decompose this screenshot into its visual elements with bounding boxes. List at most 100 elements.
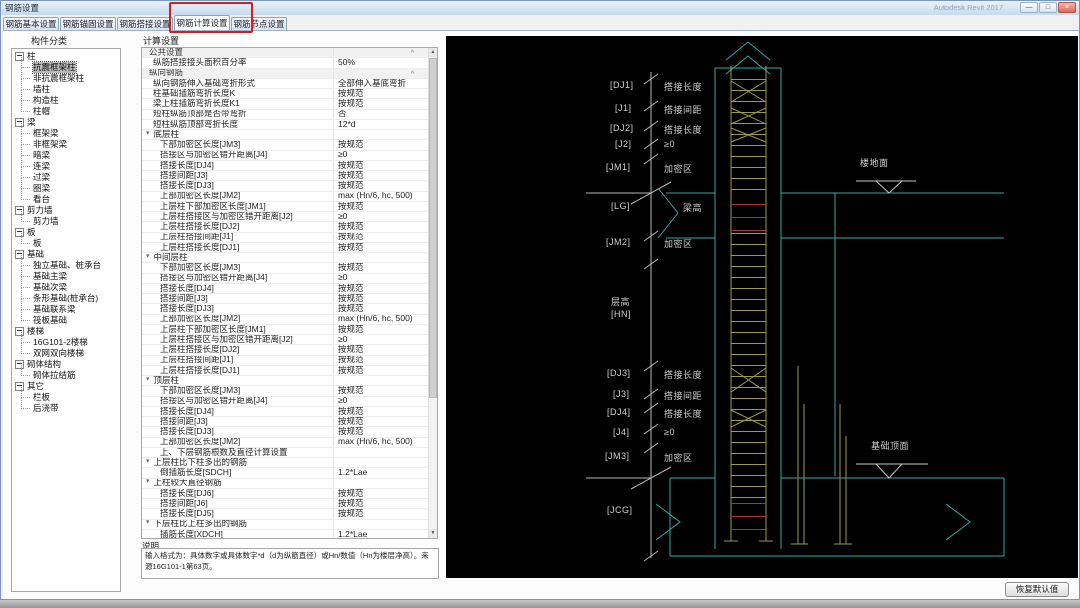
settings-row[interactable]: ▼ 上层柱下部加密区长度[JM1] 按规范 ^: [142, 202, 428, 212]
tree-item[interactable]: 剪力墙: [12, 216, 120, 227]
settings-row[interactable]: ▼ 上层柱比下柱多出的钢筋 ^: [142, 458, 428, 468]
setting-value-cell[interactable]: ≥0: [334, 397, 428, 406]
setting-value-cell[interactable]: [334, 376, 428, 385]
vertical-scrollbar[interactable]: ▲ ▼: [428, 48, 437, 538]
setting-value-cell[interactable]: 按规范: [334, 161, 428, 170]
scroll-up-icon[interactable]: ▲: [429, 48, 437, 57]
setting-value-cell[interactable]: max (Hn/6, hc, 500): [334, 315, 428, 324]
settings-row[interactable]: ▼ 搭接区与加密区错开距离[J4] ≥0 ^: [142, 151, 428, 161]
close-button[interactable]: ×: [1058, 2, 1076, 13]
setting-value-cell[interactable]: [334, 479, 428, 488]
settings-row[interactable]: ▼ 上部加密区长度[JM2] max (Hn/6, hc, 500) ^: [142, 315, 428, 325]
settings-row[interactable]: ▼ 上层柱搭接间距[J1] 按规范 ^: [142, 233, 428, 243]
settings-row[interactable]: ▼ 上层柱搭接间距[J1] 按规范 ^: [142, 356, 428, 366]
settings-row[interactable]: ▼ 上、下层钢筋根数及直径计算设置 ^: [142, 448, 428, 458]
setting-value-cell[interactable]: ≥0: [334, 212, 428, 221]
setting-value-cell[interactable]: 50%: [334, 58, 428, 67]
setting-value-cell[interactable]: 按规范: [334, 284, 428, 293]
section-arrow-icon[interactable]: ▼: [145, 458, 150, 467]
tab[interactable]: 钢筋搭接设置: [117, 17, 173, 30]
settings-row[interactable]: ▼ 下层柱比上柱多出的钢筋 ^: [142, 520, 428, 530]
setting-value-cell[interactable]: 按规范: [334, 140, 428, 149]
setting-value-cell[interactable]: 按规范: [334, 325, 428, 334]
settings-row[interactable]: ▼ 搭接长度[DJ3] 按规范 ^: [142, 427, 428, 437]
setting-value-cell[interactable]: max (Hn/6, hc, 500): [334, 192, 428, 201]
setting-value-cell[interactable]: 按规范: [334, 233, 428, 242]
settings-row[interactable]: ▼ 下部加密区长度[JM3] 按规范 ^: [142, 140, 428, 150]
setting-value-cell[interactable]: max (Hn/6, hc, 500): [334, 438, 428, 447]
settings-row[interactable]: ▼ 上部加密区长度[JM2] max (Hn/6, hc, 500) ^: [142, 192, 428, 202]
tree-item[interactable]: 砌体拉结筋: [12, 370, 120, 381]
settings-row[interactable]: ▼ 公共设置 ^: [142, 48, 428, 58]
setting-value-cell[interactable]: 按规范: [334, 345, 428, 354]
setting-value-cell[interactable]: 按规范: [334, 222, 428, 231]
settings-row[interactable]: ▼ 搭接长度[DJ6] 按规范 ^: [142, 489, 428, 499]
setting-value-cell[interactable]: 按规范: [334, 202, 428, 211]
collapse-caret-icon[interactable]: ^: [411, 49, 414, 59]
setting-value-cell[interactable]: 按规范: [334, 499, 428, 508]
settings-row[interactable]: ▼ 搭接间距[J3] 按规范 ^: [142, 294, 428, 304]
settings-row[interactable]: ▼ 短柱纵筋顶部弯折长度 12*d ^: [142, 120, 428, 130]
tree-item[interactable]: 后浇带: [12, 403, 120, 414]
settings-row[interactable]: ▼ 纵向钢筋 ^: [142, 69, 428, 79]
settings-row[interactable]: ▼ 上柱较大直径钢筋 ^: [142, 479, 428, 489]
titlebar[interactable]: 钢筋设置 Autodesk Revit 2017 — □ ×: [1, 1, 1079, 15]
setting-value-cell[interactable]: 按规范: [334, 417, 428, 426]
settings-row[interactable]: ▼ 顶层柱 ^: [142, 376, 428, 386]
setting-value-cell[interactable]: 按规范: [334, 427, 428, 436]
settings-row[interactable]: ▼ 上层柱下部加密区长度[JM1] 按规范 ^: [142, 325, 428, 335]
setting-value-cell[interactable]: ≥0: [334, 274, 428, 283]
setting-value-cell[interactable]: 按规范: [334, 386, 428, 395]
setting-value-cell[interactable]: 按规范: [334, 509, 428, 518]
settings-row[interactable]: ▼ 中间层柱 ^: [142, 253, 428, 263]
settings-row[interactable]: ▼ 下部加密区长度[JM3] 按规范 ^: [142, 263, 428, 273]
settings-row[interactable]: ▼ 柱基础插筋弯折长度K 按规范 ^: [142, 89, 428, 99]
setting-value-cell[interactable]: 按规范: [334, 294, 428, 303]
setting-value-cell[interactable]: ≥0: [334, 335, 428, 344]
settings-row[interactable]: ▼ 搭接区与加密区错开距离[J4] ≥0 ^: [142, 274, 428, 284]
setting-value-cell[interactable]: 1.2*Lae: [334, 468, 428, 477]
setting-value-cell[interactable]: [334, 253, 428, 262]
settings-row[interactable]: ▼ 搭接长度[DJ3] 按规范 ^: [142, 181, 428, 191]
settings-row[interactable]: ▼ 搭接长度[DJ4] 按规范 ^: [142, 284, 428, 294]
settings-row[interactable]: ▼ 短柱纵筋顶部是否带弯折 否 ^: [142, 110, 428, 120]
tree-item[interactable]: 双网双向楼梯: [12, 348, 120, 359]
settings-row[interactable]: ▼ 搭接间距[J3] 按规范 ^: [142, 417, 428, 427]
restore-defaults-button[interactable]: 恢复默认值: [1005, 582, 1069, 597]
settings-row[interactable]: ▼ 上层柱搭接长度[DJ2] 按规范 ^: [142, 222, 428, 232]
settings-row[interactable]: ▼ 搭接长度[DJ5] 按规范 ^: [142, 509, 428, 519]
settings-row[interactable]: ▼ 搭接长度[DJ3] 按规范 ^: [142, 304, 428, 314]
settings-row[interactable]: ▼ 搭接区与加密区错开距离[J4] ≥0 ^: [142, 397, 428, 407]
setting-value-cell[interactable]: [334, 520, 428, 529]
settings-row[interactable]: ▼ 梁上柱插筋弯折长度K1 按规范 ^: [142, 99, 428, 109]
setting-value-cell[interactable]: 1.2*Lae: [334, 530, 428, 539]
setting-value-cell[interactable]: 12*d: [334, 120, 428, 129]
setting-value-cell[interactable]: [334, 448, 428, 457]
setting-value-cell[interactable]: 全部伸入基底弯折: [334, 79, 428, 88]
setting-value-cell[interactable]: [334, 130, 428, 139]
setting-value-cell[interactable]: [334, 458, 428, 467]
settings-row[interactable]: ▼ 纵向钢筋伸入基础弯折形式 全部伸入基底弯折 ^: [142, 79, 428, 89]
settings-row[interactable]: ▼ 插筋长度[XDCH] 1.2*Lae ^: [142, 530, 428, 539]
setting-value-cell[interactable]: 按规范: [334, 89, 428, 98]
tree-item[interactable]: 板: [12, 238, 120, 249]
setting-value-cell[interactable]: 按规范: [334, 366, 428, 375]
scrollbar-thumb[interactable]: [429, 58, 437, 398]
tab[interactable]: 钢筋锚固设置: [60, 17, 116, 30]
section-arrow-icon[interactable]: ▼: [145, 376, 150, 385]
settings-row[interactable]: ▼ 上部加密区长度[JM2] max (Hn/6, hc, 500) ^: [142, 438, 428, 448]
tree-item[interactable]: 柱帽: [12, 106, 120, 117]
tab[interactable]: 钢筋节点设置: [231, 17, 287, 30]
settings-row[interactable]: ▼ 搭接长度[DJ4] 按规范 ^: [142, 161, 428, 171]
tree-item[interactable]: 看台: [12, 194, 120, 205]
setting-value-cell[interactable]: 否: [334, 110, 428, 119]
settings-row[interactable]: ▼ 下部加密区长度[JM3] 按规范 ^: [142, 386, 428, 396]
settings-row[interactable]: ▼ 搭接长度[DJ4] 按规范 ^: [142, 407, 428, 417]
section-arrow-icon[interactable]: ▼: [145, 253, 150, 262]
settings-row[interactable]: ▼ 倒插筋长度[SDCH] 1.2*Lae ^: [142, 468, 428, 478]
setting-value-cell[interactable]: 按规范: [334, 304, 428, 313]
settings-row[interactable]: ▼ 上层柱搭接长度[DJ1] 按规范 ^: [142, 366, 428, 376]
settings-row[interactable]: ▼ 上层柱搭接区与加密区错开距离[J2] ≥0 ^: [142, 335, 428, 345]
setting-value-cell[interactable]: 按规范: [334, 356, 428, 365]
collapse-caret-icon[interactable]: ^: [411, 70, 414, 80]
